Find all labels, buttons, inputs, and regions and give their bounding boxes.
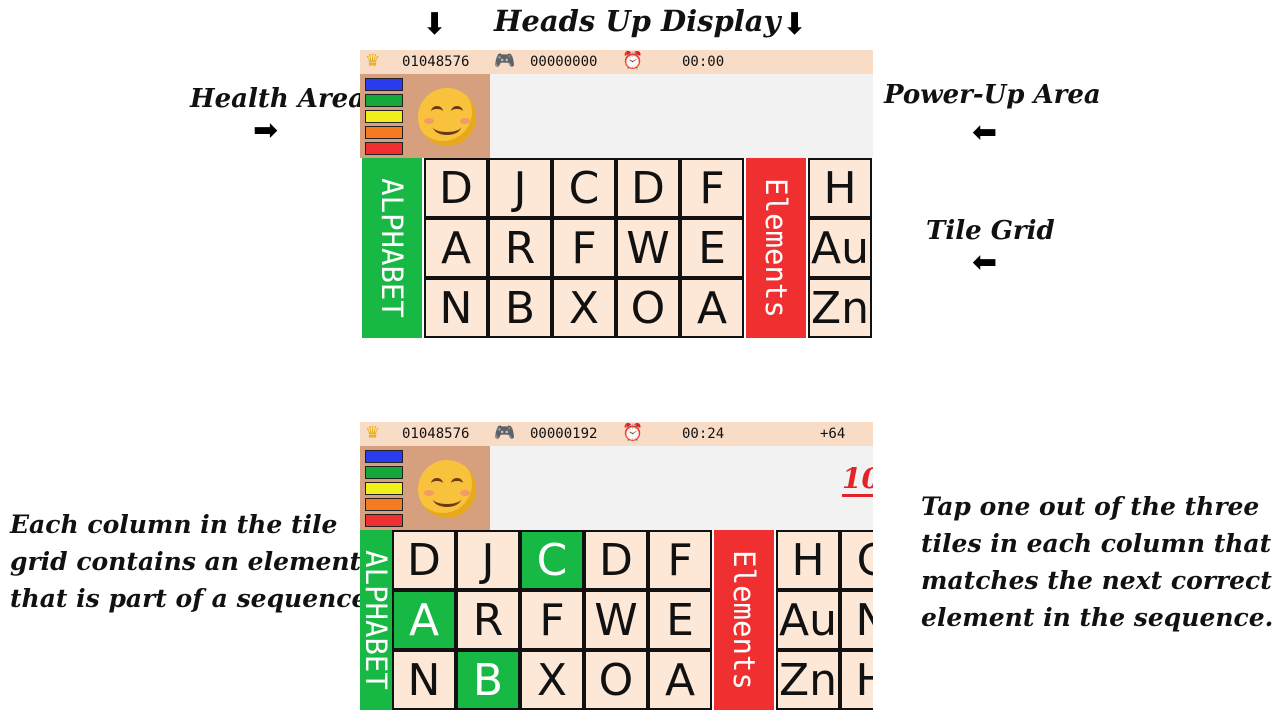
bonus-points: +64 bbox=[820, 426, 846, 442]
alarm-clock-icon: ⏰ bbox=[622, 423, 644, 443]
smiling-face-icon bbox=[418, 88, 476, 146]
health-area bbox=[360, 74, 408, 158]
tile[interactable]: N bbox=[424, 278, 488, 338]
tile-selected[interactable]: B bbox=[456, 650, 520, 710]
left-arrow-icon: ⬅ bbox=[972, 115, 998, 150]
health-bar-blue bbox=[365, 450, 403, 463]
tile[interactable]: R bbox=[456, 590, 520, 650]
heads-up-display: ♛ 01048576 🎮 00000192 ⏰ 00:24 +64 bbox=[360, 422, 873, 446]
tile[interactable]: Au bbox=[776, 590, 840, 650]
health-bar-yellow bbox=[365, 110, 403, 123]
tile-selected[interactable]: A bbox=[392, 590, 456, 650]
mood-area bbox=[408, 446, 490, 530]
tile-grid: ALPHABET Elements D J C D F A R F W E N … bbox=[360, 530, 873, 710]
current-score: 00000000 bbox=[530, 54, 598, 70]
tile[interactable]: C bbox=[840, 530, 873, 590]
tile[interactable]: C bbox=[552, 158, 616, 218]
tile[interactable]: D bbox=[392, 530, 456, 590]
tile[interactable]: F bbox=[520, 590, 584, 650]
category-elements: Elements bbox=[746, 158, 806, 338]
tile-grid-label: Tile Grid bbox=[926, 216, 1055, 246]
health-area bbox=[360, 446, 408, 530]
hud-label: Heads Up Display bbox=[494, 4, 781, 38]
tile[interactable]: D bbox=[616, 158, 680, 218]
tile[interactable]: X bbox=[552, 278, 616, 338]
tile[interactable]: W bbox=[584, 590, 648, 650]
tile[interactable]: Zn bbox=[776, 650, 840, 710]
tile[interactable]: A bbox=[648, 650, 712, 710]
tile[interactable]: A bbox=[424, 218, 488, 278]
alarm-clock-icon: ⏰ bbox=[622, 51, 644, 71]
health-bar-green bbox=[365, 94, 403, 107]
tile[interactable]: E bbox=[648, 590, 712, 650]
right-arrow-icon: ➡ bbox=[253, 113, 279, 148]
tile[interactable]: H bbox=[808, 158, 872, 218]
timer: 00:24 bbox=[682, 426, 725, 442]
heads-up-display: ♛ 01048576 🎮 00000000 ⏰ 00:00 bbox=[360, 50, 873, 74]
health-bar-yellow bbox=[365, 482, 403, 495]
tile[interactable]: E bbox=[680, 218, 744, 278]
mood-area bbox=[408, 74, 490, 158]
timer: 00:00 bbox=[682, 54, 725, 70]
tile[interactable]: O bbox=[584, 650, 648, 710]
powerup-area bbox=[490, 74, 873, 158]
tile[interactable]: F bbox=[680, 158, 744, 218]
powerup-area-label: Power-Up Area bbox=[884, 80, 1101, 110]
crown-icon: ♛ bbox=[365, 423, 381, 443]
tile[interactable]: R bbox=[488, 218, 552, 278]
health-bar-orange bbox=[365, 126, 403, 139]
down-arrow-icon: ⬇ bbox=[422, 7, 448, 42]
category-alphabet: ALPHABET bbox=[362, 158, 422, 338]
tile[interactable]: D bbox=[584, 530, 648, 590]
category-elements: Elements bbox=[714, 530, 774, 710]
crown-icon: ♛ bbox=[365, 51, 381, 71]
health-bar-blue bbox=[365, 78, 403, 91]
tile[interactable]: B bbox=[488, 278, 552, 338]
health-bar-green bbox=[365, 466, 403, 479]
tile[interactable]: F bbox=[552, 218, 616, 278]
best-score: 01048576 bbox=[402, 426, 470, 442]
tile[interactable]: D bbox=[424, 158, 488, 218]
tile[interactable]: W bbox=[616, 218, 680, 278]
tile[interactable]: Zn bbox=[808, 278, 872, 338]
tile[interactable]: N bbox=[392, 650, 456, 710]
tile[interactable]: O bbox=[616, 278, 680, 338]
current-score: 00000192 bbox=[530, 426, 598, 442]
tile[interactable]: Au bbox=[808, 218, 872, 278]
left-caption: Each column in the tile grid contains an… bbox=[10, 510, 377, 613]
down-arrow-icon: ⬇ bbox=[782, 7, 808, 42]
game-screen-in-progress: ♛ 01048576 🎮 00000192 ⏰ 00:24 +64 100 AL… bbox=[360, 422, 873, 710]
hundred-points-icon[interactable]: 100 bbox=[842, 464, 873, 497]
game-screen-initial: ♛ 01048576 🎮 00000000 ⏰ 00:00 ALPHABET E… bbox=[360, 50, 873, 338]
health-bar-red bbox=[365, 142, 403, 155]
left-arrow-icon: ⬅ bbox=[972, 245, 998, 280]
gamepad-icon: 🎮 bbox=[494, 423, 516, 443]
gamepad-icon: 🎮 bbox=[494, 51, 516, 71]
category-alphabet: ALPHABET bbox=[360, 530, 392, 710]
health-area-label: Health Area bbox=[190, 84, 366, 114]
powerup-area: 100 bbox=[490, 446, 873, 530]
tile[interactable]: J bbox=[488, 158, 552, 218]
tile[interactable]: H bbox=[776, 530, 840, 590]
tile-selected[interactable]: C bbox=[520, 530, 584, 590]
tile[interactable]: A bbox=[680, 278, 744, 338]
tile[interactable]: N bbox=[840, 590, 873, 650]
right-caption: Tap one out of the three tiles in each c… bbox=[921, 492, 1274, 632]
health-bar-red bbox=[365, 514, 403, 527]
tile[interactable]: X bbox=[520, 650, 584, 710]
tile[interactable]: J bbox=[456, 530, 520, 590]
best-score: 01048576 bbox=[402, 54, 470, 70]
health-bar-orange bbox=[365, 498, 403, 511]
tile[interactable]: F bbox=[648, 530, 712, 590]
smiling-face-icon bbox=[418, 460, 476, 518]
tile[interactable]: H bbox=[840, 650, 873, 710]
tile-grid: ALPHABET Elements D J C D F A R F W E N … bbox=[360, 158, 873, 338]
